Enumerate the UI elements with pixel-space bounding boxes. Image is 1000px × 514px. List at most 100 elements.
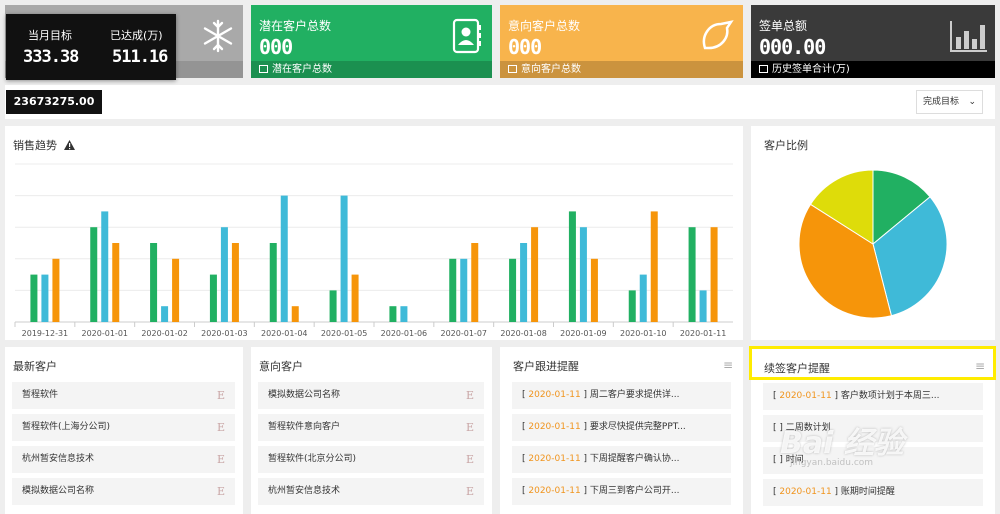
bar bbox=[220, 227, 228, 322]
signed-total-card[interactable]: 签单总额 000.00 历史签单合计(万) bbox=[751, 5, 995, 78]
list-item-text: 模拟数据公司名称 bbox=[268, 390, 341, 400]
reminder-date: 2020-01-11 bbox=[528, 454, 581, 464]
list-item-text: 杭州暂安信息技术 bbox=[268, 486, 341, 496]
list-item[interactable]: 暂程软件(上海分公司) E bbox=[12, 414, 235, 441]
bar bbox=[41, 274, 49, 322]
target-tooltip: 当月目标 已达成(万) 333.38 511.16 bbox=[6, 14, 176, 80]
bar bbox=[90, 227, 98, 322]
edit-icon[interactable]: E bbox=[217, 446, 225, 473]
list-item[interactable]: [ 2020-01-11 ] 账期时间提醒 bbox=[763, 479, 983, 506]
bar bbox=[101, 211, 109, 322]
intent-customers-panel-title: 意向客户 bbox=[259, 360, 303, 373]
intent-customers-card[interactable]: 意向客户总数 000 意向客户总数 bbox=[500, 5, 743, 78]
edit-icon[interactable]: E bbox=[217, 478, 225, 505]
intent-customers-title: 意向客户总数 bbox=[508, 19, 581, 33]
list-item[interactable]: 暂程软件(北京分公司) E bbox=[258, 446, 484, 473]
edit-icon[interactable]: E bbox=[217, 414, 225, 441]
list-item[interactable]: [ 2020-01-11 ] 周二客户要求提供详... bbox=[512, 382, 731, 409]
x-tick-label: 2020-01-11 bbox=[680, 329, 727, 338]
bar bbox=[161, 306, 169, 322]
x-tick-label: 2020-01-07 bbox=[441, 329, 488, 338]
bar bbox=[471, 243, 479, 322]
reminder-date: 2020-01-11 bbox=[528, 390, 581, 400]
x-tick-label: 2020-01-10 bbox=[620, 329, 667, 338]
swirl-icon bbox=[702, 20, 734, 50]
bar bbox=[150, 243, 158, 322]
potential-customers-footer: 潜在客户总数 bbox=[251, 61, 492, 78]
bar bbox=[351, 274, 359, 322]
x-tick-label: 2020-01-01 bbox=[82, 329, 129, 338]
bar bbox=[209, 274, 217, 322]
list-item[interactable]: 杭州暂安信息技术 E bbox=[258, 478, 484, 505]
list-item[interactable]: [ 2020-01-11 ] 下周三到客户公司开... bbox=[512, 478, 731, 505]
list-item-text: 暂程软件(上海分公司) bbox=[22, 422, 111, 432]
latest-customers-title: 最新客户 bbox=[13, 360, 57, 373]
intent-customers-footer-text: 意向客户总数 bbox=[521, 64, 581, 75]
bar bbox=[699, 290, 707, 322]
customer-ratio-pie bbox=[798, 169, 948, 319]
achieved-label: 已达成(万) bbox=[110, 29, 163, 42]
signed-total-title: 签单总额 bbox=[759, 19, 808, 33]
edit-icon[interactable]: E bbox=[466, 382, 474, 409]
list-item[interactable]: 暂程软件 E bbox=[12, 382, 235, 409]
bar bbox=[30, 274, 38, 322]
sales-trend-chart: 2019-12-31 2020-01-01 2020-01-02 2020-01-03… bbox=[14, 163, 733, 338]
x-tick-label: 2020-01-05 bbox=[321, 329, 368, 338]
list-item[interactable]: [ 2020-01-11 ] 要求尽快提供完整PPT... bbox=[512, 414, 731, 441]
bar bbox=[688, 227, 696, 322]
list-icon bbox=[508, 65, 517, 73]
bar bbox=[389, 306, 397, 322]
potential-customers-footer-text: 潜在客户总数 bbox=[272, 64, 332, 75]
list-item[interactable]: [ 2020-01-11 ] 客户数项计划于本周三... bbox=[763, 383, 983, 410]
intent-customers-footer: 意向客户总数 bbox=[500, 61, 743, 78]
bar-chart-icon bbox=[950, 21, 987, 52]
list-item[interactable]: 模拟数据公司名称 E bbox=[12, 478, 235, 505]
bar bbox=[520, 243, 528, 322]
menu-icon[interactable]: ≡ bbox=[723, 358, 733, 372]
target-filter-dropdown[interactable]: 完成目标 ⌄ bbox=[916, 90, 983, 114]
edit-icon[interactable]: E bbox=[466, 478, 474, 505]
bar bbox=[710, 227, 718, 322]
bar bbox=[112, 243, 120, 322]
monthly-target-value: 333.38 bbox=[23, 47, 79, 67]
followup-reminder-list: [ 2020-01-11 ] 周二客户要求提供详... [ 2020-01-11… bbox=[512, 382, 731, 510]
achieved-value: 511.16 bbox=[112, 47, 168, 67]
edit-icon[interactable]: E bbox=[466, 446, 474, 473]
latest-customers-panel: 最新客户 暂程软件 E 暂程软件(上海分公司) E 杭州暂安信息技术 E 模拟数据公司… bbox=[5, 347, 243, 514]
bar bbox=[531, 227, 539, 322]
signed-total-value: 000.00 bbox=[759, 35, 826, 59]
latest-customers-list: 暂程软件 E 暂程软件(上海分公司) E 杭州暂安信息技术 E 模拟数据公司名称 E bbox=[12, 382, 235, 510]
target-filter-label: 完成目标 bbox=[923, 97, 960, 107]
list-item-text: 模拟数据公司名称 bbox=[22, 486, 95, 496]
reminder-text: 下周三到客户公司开... bbox=[589, 486, 680, 496]
bar bbox=[231, 243, 239, 322]
list-item[interactable]: 杭州暂安信息技术 E bbox=[12, 446, 235, 473]
reminder-text: 周二客户要求提供详... bbox=[589, 390, 680, 400]
potential-customers-value: 000 bbox=[259, 35, 293, 59]
list-item[interactable]: [ 2020-01-11 ] 下周提醒客户确认协... bbox=[512, 446, 731, 473]
followup-reminder-panel: 客户跟进提醒 ≡ [ 2020-01-11 ] 周二客户要求提供详... [ 2… bbox=[500, 347, 743, 514]
bar bbox=[460, 258, 468, 322]
bar bbox=[52, 258, 60, 322]
contact-book-icon bbox=[452, 18, 481, 54]
x-tick-label: 2020-01-04 bbox=[261, 329, 308, 338]
edit-icon[interactable]: E bbox=[466, 414, 474, 441]
edit-icon[interactable]: E bbox=[217, 382, 225, 409]
reminder-text: 下周提醒客户确认协... bbox=[589, 454, 680, 464]
total-amount-chip: 23673275.00 bbox=[6, 90, 102, 114]
bar bbox=[269, 243, 277, 322]
watermark-logo: Bai 经验 bbox=[780, 426, 904, 461]
list-item-text: 暂程软件 bbox=[22, 390, 59, 400]
bar bbox=[329, 290, 337, 322]
bar bbox=[568, 211, 576, 322]
sales-trend-panel: 销售趋势 2019-12-31 2020-01-01 2020-01-02 2020-… bbox=[5, 126, 743, 340]
reminder-date: 2020-01-11 bbox=[528, 422, 581, 432]
intent-customers-list: 模拟数据公司名称 E 暂程软件意向客户 E 暂程软件(北京分公司) E 杭州暂安信息技… bbox=[258, 382, 484, 510]
potential-customers-card[interactable]: 潜在客户总数 000 潜在客户总数 bbox=[251, 5, 492, 78]
followup-reminder-title: 客户跟进提醒 bbox=[513, 360, 579, 373]
bar bbox=[509, 258, 517, 322]
x-tick-label: 2019-12-31 bbox=[22, 329, 69, 338]
list-item[interactable]: 模拟数据公司名称 E bbox=[258, 382, 484, 409]
list-item[interactable]: 暂程软件意向客户 E bbox=[258, 414, 484, 441]
reminder-date: 2020-01-11 bbox=[779, 487, 832, 497]
